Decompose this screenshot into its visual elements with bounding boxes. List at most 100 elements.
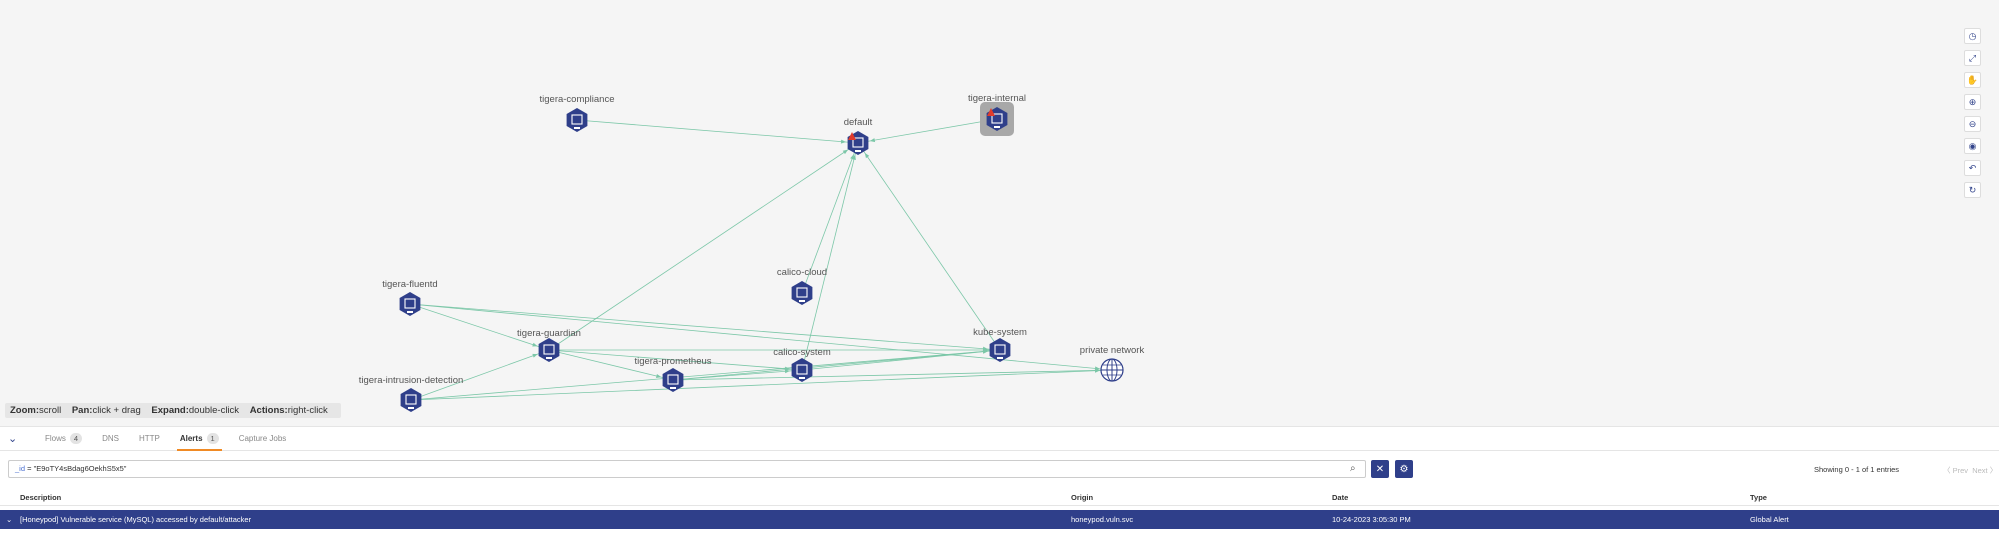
globe-icon	[1100, 358, 1124, 382]
node-label: calico-cloud	[777, 267, 827, 278]
tab-capture-jobs[interactable]: Capture Jobs	[236, 427, 290, 450]
tab-http[interactable]: HTTP	[136, 427, 163, 450]
namespace-icon	[538, 338, 560, 362]
tab-flows[interactable]: Flows 4	[42, 427, 85, 450]
row-expand-chevron-icon[interactable]: ⌄	[6, 515, 12, 524]
table-row[interactable]: ⌄ [Honeypod] Vulnerable service (MySQL) …	[0, 510, 1999, 529]
namespace-icon	[791, 358, 813, 382]
namespace-icon	[399, 292, 421, 316]
tab-label: DNS	[102, 434, 119, 443]
legend-actions-key: Actions:	[249, 405, 288, 416]
tab-label: HTTP	[138, 434, 160, 443]
node-tigera-guardian[interactable]: tigera-guardian	[517, 328, 581, 362]
zoom-in-button[interactable]: ⊕	[1964, 94, 1981, 110]
node-label: tigera-guardian	[517, 328, 581, 339]
cell-origin: honeypod.vuln.svc	[1071, 515, 1134, 524]
search-value: "E9oTY4sBdag6OekhS5x5"	[33, 464, 127, 473]
search-operator: =	[25, 464, 34, 473]
legend-pan-value: click + drag	[92, 405, 141, 416]
search-icon[interactable]: ⌕	[1350, 463, 1356, 474]
search-key: _id	[15, 464, 26, 473]
clear-search-button[interactable]: ✕	[1371, 460, 1389, 478]
node-label: tigera-fluentd	[382, 279, 437, 290]
node-kube-system[interactable]: kube-system	[973, 327, 1027, 362]
cell-type: Global Alert	[1750, 515, 1789, 524]
pagination: 〈 Prev Next 〉	[1943, 465, 1997, 476]
node-label: default	[844, 117, 873, 128]
prev-button[interactable]: 〈 Prev	[1943, 466, 1968, 475]
edge-arrow	[864, 152, 870, 159]
namespace-icon	[791, 281, 813, 305]
manage-columns-button[interactable]: ⚙	[1395, 460, 1413, 478]
edge-kube-system-default[interactable]	[857, 142, 1001, 351]
node-label: tigera-prometheus	[634, 356, 711, 367]
undo-icon: ↶	[1968, 162, 1977, 173]
edge-tigera-guardian-default[interactable]	[548, 142, 859, 351]
refresh-icon: ↻	[1968, 184, 1977, 195]
entries-count: Showing 0 - 1 of 1 entries	[1814, 465, 1900, 474]
tab-label: Alerts	[179, 434, 203, 443]
network-graph[interactable]: tigera-compliance default tigera-internal c…	[0, 0, 1999, 425]
edge-calico-system-kube-system[interactable]	[801, 349, 1001, 371]
edge-tigera-internal-default[interactable]	[857, 118, 998, 144]
legend-zoom-key: Zoom:	[10, 405, 40, 416]
history-button[interactable]: ◷	[1964, 28, 1981, 44]
user-settings-icon: ⚙	[1399, 463, 1409, 475]
node-label: private network	[1080, 345, 1145, 356]
pan-button[interactable]: ✋	[1964, 72, 1981, 88]
fit-view-button[interactable]: ⤢	[1964, 50, 1981, 66]
legend-expand-key: Expand:	[151, 405, 189, 416]
edge-arrow	[532, 353, 538, 358]
details-panel: ⌄ Flows 4 DNS HTTP Alerts 1 Capture Jobs _id =…	[0, 426, 1999, 536]
edge-arrow	[869, 138, 876, 143]
cell-date: 10-24-2023 3:05:30 PM	[1332, 515, 1411, 524]
column-origin[interactable]: Origin	[1071, 493, 1093, 502]
cell-description: [Honeypod] Vulnerable service (MySQL) ac…	[20, 515, 252, 524]
next-button[interactable]: Next 〉	[1972, 466, 1997, 475]
table-header: Description Origin Date Type	[0, 491, 1999, 506]
node-tigera-prometheus[interactable]: tigera-prometheus	[634, 356, 712, 392]
hand-icon: ✋	[1966, 74, 1979, 85]
node-label: tigera-compliance	[540, 94, 615, 105]
edge-tigera-prometheus-kube-system[interactable]	[672, 349, 1001, 381]
graph-canvas[interactable]: tigera-compliance default tigera-internal c…	[0, 0, 1999, 425]
search-row: _id = "E9oTY4sBdag6OekhS5x5" ⌕ ✕ ⚙ Showi…	[8, 460, 1999, 478]
graph-toolbar: ◷ ⤢ ✋ ⊕ ⊖ ◉ ↶ ↻	[1964, 28, 1981, 198]
tab-dns[interactable]: DNS	[99, 427, 122, 450]
node-tigera-compliance[interactable]: tigera-compliance	[540, 94, 615, 132]
edge-arrow	[842, 149, 849, 155]
legend-pan-key: Pan:	[71, 405, 93, 416]
tab-count-badge: 1	[206, 433, 219, 444]
node-private-network[interactable]: private network	[1080, 345, 1145, 382]
column-type[interactable]: Type	[1750, 493, 1767, 502]
edge-tigera-intrusion-detection-private-network[interactable]	[410, 369, 1113, 401]
tab-label: Capture Jobs	[238, 434, 287, 443]
eye-icon: ◉	[1968, 140, 1977, 151]
edge-calico-system-default[interactable]	[801, 142, 859, 371]
column-date[interactable]: Date	[1332, 493, 1348, 502]
node-label: calico-system	[773, 347, 831, 358]
namespace-icon	[400, 388, 422, 412]
node-tigera-internal[interactable]: tigera-internal	[968, 93, 1026, 136]
zoom-out-icon: ⊖	[1968, 118, 1977, 129]
search-input[interactable]: _id = "E9oTY4sBdag6OekhS5x5"	[8, 460, 1366, 478]
legend-expand-value: double-click	[188, 405, 240, 416]
collapse-chevron-icon[interactable]: ⌄	[8, 432, 22, 445]
node-label: tigera-intrusion-detection	[359, 375, 464, 386]
expand-icon: ⤢	[1968, 52, 1977, 63]
edge-arrow	[532, 342, 538, 347]
edge-tigera-fluentd-kube-system[interactable]	[409, 303, 1001, 351]
zoom-out-button[interactable]: ⊖	[1964, 116, 1981, 132]
zoom-in-icon: ⊕	[1968, 96, 1977, 107]
node-label: tigera-internal	[968, 93, 1026, 104]
undo-button[interactable]: ↶	[1964, 160, 1981, 176]
panel-tabs: ⌄ Flows 4 DNS HTTP Alerts 1 Capture Jobs	[0, 427, 1999, 451]
refresh-button[interactable]: ↻	[1964, 182, 1981, 198]
column-description[interactable]: Description	[20, 493, 61, 502]
view-button[interactable]: ◉	[1964, 138, 1981, 154]
tab-alerts[interactable]: Alerts 1	[176, 427, 222, 451]
node-tigera-intrusion-detection[interactable]: tigera-intrusion-detection	[359, 375, 464, 412]
edge-tigera-compliance-default[interactable]	[576, 119, 859, 144]
legend-zoom-value: scroll	[39, 405, 62, 416]
node-label: kube-system	[973, 327, 1027, 338]
